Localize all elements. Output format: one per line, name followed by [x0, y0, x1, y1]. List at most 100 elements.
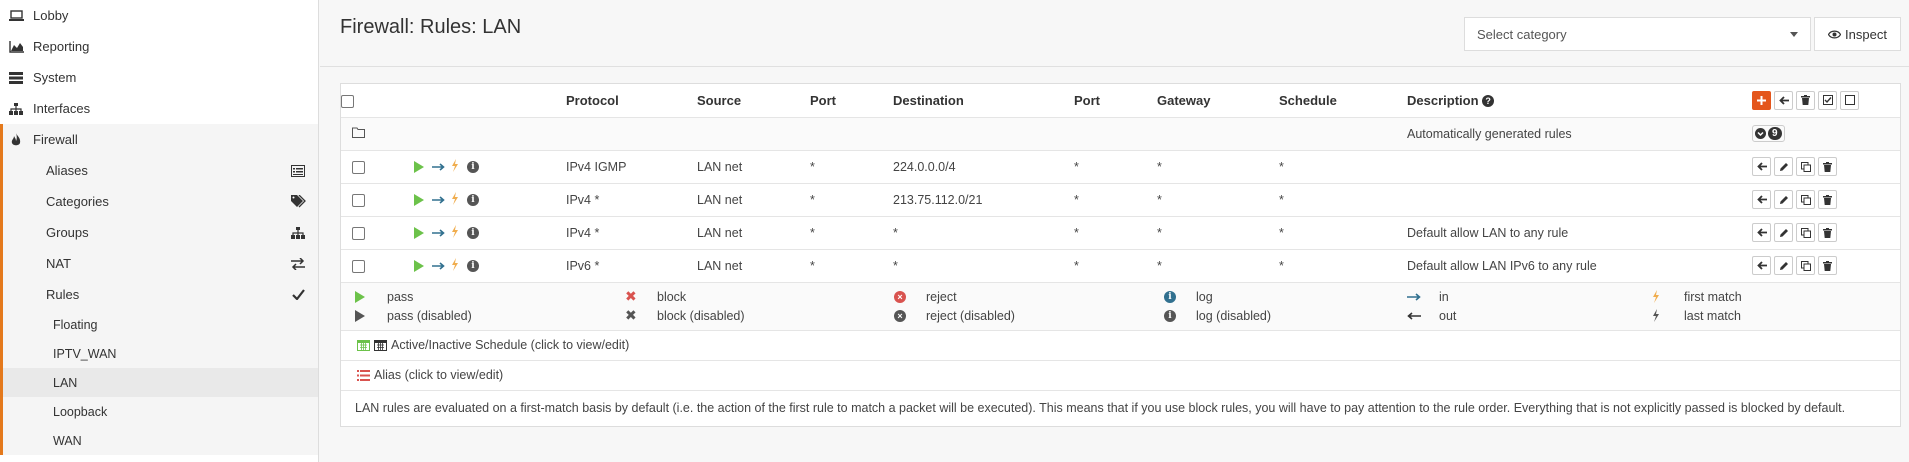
enable-selected-button[interactable] [1818, 90, 1837, 110]
cell-port2: * [1074, 183, 1157, 217]
sidebar-item-nat[interactable]: NAT [0, 248, 318, 279]
sidebar-item-aliases[interactable]: Aliases [0, 155, 318, 186]
auto-rules-description: Automatically generated rules [1407, 117, 1742, 151]
sidebar-item-label: IPTV_WAN [53, 346, 117, 361]
add-rule-button[interactable] [1752, 90, 1771, 110]
auto-rules-row[interactable]: Automatically generated rules 9 [341, 117, 1900, 151]
pass-icon[interactable] [414, 226, 424, 239]
cell-destination: 213.75.112.0/21 [893, 183, 1074, 217]
sidebar-item-iptv-wan[interactable]: IPTV_WAN [0, 339, 318, 368]
alias-bar[interactable]: Alias (click to view/edit) [341, 361, 1900, 391]
header-port2: Port [1074, 84, 1157, 118]
trash-icon [1823, 260, 1832, 271]
laptop-icon [8, 9, 24, 23]
category-select-placeholder: Select category [1477, 26, 1567, 42]
expand-auto-rules-button[interactable]: 9 [1752, 125, 1785, 142]
info-icon[interactable]: i [467, 193, 479, 206]
sidebar-item-wan[interactable]: WAN [0, 426, 318, 455]
pass-icon[interactable] [414, 193, 424, 206]
eye-icon [1827, 27, 1842, 42]
arrow-left-icon [1756, 228, 1767, 237]
cell-port: * [810, 150, 893, 184]
calendar-icon [374, 340, 387, 351]
sidebar-item-firewall[interactable]: Firewall [0, 124, 318, 155]
sidebar-item-label: NAT [46, 256, 72, 271]
info-icon[interactable]: i [467, 160, 479, 173]
pass-icon[interactable] [414, 259, 424, 272]
sidebar-item-system[interactable]: System [0, 62, 318, 93]
row-checkbox[interactable] [352, 226, 365, 240]
sidebar-item-categories[interactable]: Categories [0, 186, 318, 217]
sidebar-item-groups[interactable]: Groups [0, 217, 318, 248]
sidebar-item-reporting[interactable]: Reporting [0, 31, 318, 62]
edit-button[interactable] [1774, 190, 1793, 209]
cell-gateway: * [1157, 216, 1279, 250]
sidebar-item-interfaces[interactable]: Interfaces [0, 93, 318, 124]
edit-button[interactable] [1774, 223, 1793, 242]
legend-label: reject [926, 289, 957, 304]
clone-button[interactable] [1796, 190, 1815, 209]
edit-button[interactable] [1774, 157, 1793, 176]
cell-protocol: IPv4 IGMP [566, 150, 697, 184]
tags-icon [290, 195, 306, 209]
sitemap-icon [8, 102, 24, 116]
arrow-right-icon [432, 226, 445, 240]
cell-port2: * [1074, 150, 1157, 184]
table-header-row: Protocol Source Port Destination Port Ga… [341, 84, 1900, 118]
clone-button[interactable] [1796, 256, 1815, 275]
cell-gateway: * [1157, 183, 1279, 217]
reject-icon: × [894, 290, 906, 303]
delete-button[interactable] [1818, 190, 1837, 209]
pencil-icon [1779, 195, 1788, 204]
category-select[interactable]: Select category [1464, 17, 1811, 51]
bolt-icon [451, 191, 459, 208]
pass-icon[interactable] [414, 160, 424, 173]
cell-description: Default allow LAN IPv6 to any rule [1407, 249, 1742, 283]
sidebar-item-label: Loopback [53, 404, 108, 419]
move-selected-button[interactable] [1774, 90, 1793, 110]
delete-button[interactable] [1818, 223, 1837, 242]
log-disabled-icon: i [1164, 309, 1176, 322]
clone-button[interactable] [1796, 223, 1815, 242]
sidebar-item-rules[interactable]: Rules [0, 279, 318, 310]
block-disabled-icon: ✖ [625, 307, 637, 323]
row-checkbox[interactable] [352, 160, 365, 174]
move-before-button[interactable] [1752, 256, 1771, 275]
move-before-button[interactable] [1752, 190, 1771, 209]
sidebar-item-lan[interactable]: LAN [0, 368, 318, 397]
move-before-button[interactable] [1752, 223, 1771, 242]
legend-label: first match [1684, 289, 1742, 304]
move-before-button[interactable] [1752, 157, 1771, 176]
inspect-button[interactable]: Inspect [1814, 17, 1901, 51]
clone-button[interactable] [1796, 157, 1815, 176]
bolt-icon [1653, 290, 1659, 303]
table-row: i IPv6 * LAN net * * * * * Default allow… [341, 249, 1900, 283]
question-icon[interactable]: ? [1482, 95, 1495, 108]
square-icon [1844, 95, 1855, 106]
sidebar-item-label: Lobby [33, 8, 69, 23]
schedule-bar-label: Active/Inactive Schedule (click to view/… [391, 338, 630, 352]
delete-button[interactable] [1818, 256, 1837, 275]
pass-icon [355, 290, 365, 303]
legend-label: pass (disabled) [387, 308, 472, 323]
arrow-right-icon [432, 193, 445, 207]
row-checkbox[interactable] [352, 193, 365, 207]
cell-schedule: * [1279, 150, 1407, 184]
legend: pass ✖ block × reject i log in first match … [341, 282, 1900, 331]
disable-selected-button[interactable] [1840, 90, 1859, 110]
sidebar-item-floating[interactable]: Floating [0, 310, 318, 339]
delete-selected-button[interactable] [1796, 90, 1815, 110]
delete-button[interactable] [1818, 157, 1837, 176]
arrow-left-icon [1756, 261, 1767, 270]
edit-button[interactable] [1774, 256, 1793, 275]
schedule-bar[interactable]: Active/Inactive Schedule (click to view/… [341, 331, 1900, 361]
cell-protocol: IPv4 * [566, 216, 697, 250]
sidebar-item-label: WAN [53, 433, 82, 448]
info-icon[interactable]: i [467, 259, 479, 272]
select-all-checkbox[interactable] [341, 94, 354, 108]
arrow-left-icon [1756, 162, 1767, 171]
row-checkbox[interactable] [352, 259, 365, 273]
sidebar-item-lobby[interactable]: Lobby [0, 0, 318, 31]
info-icon[interactable]: i [467, 226, 479, 239]
sidebar-item-loopback[interactable]: Loopback [0, 397, 318, 426]
